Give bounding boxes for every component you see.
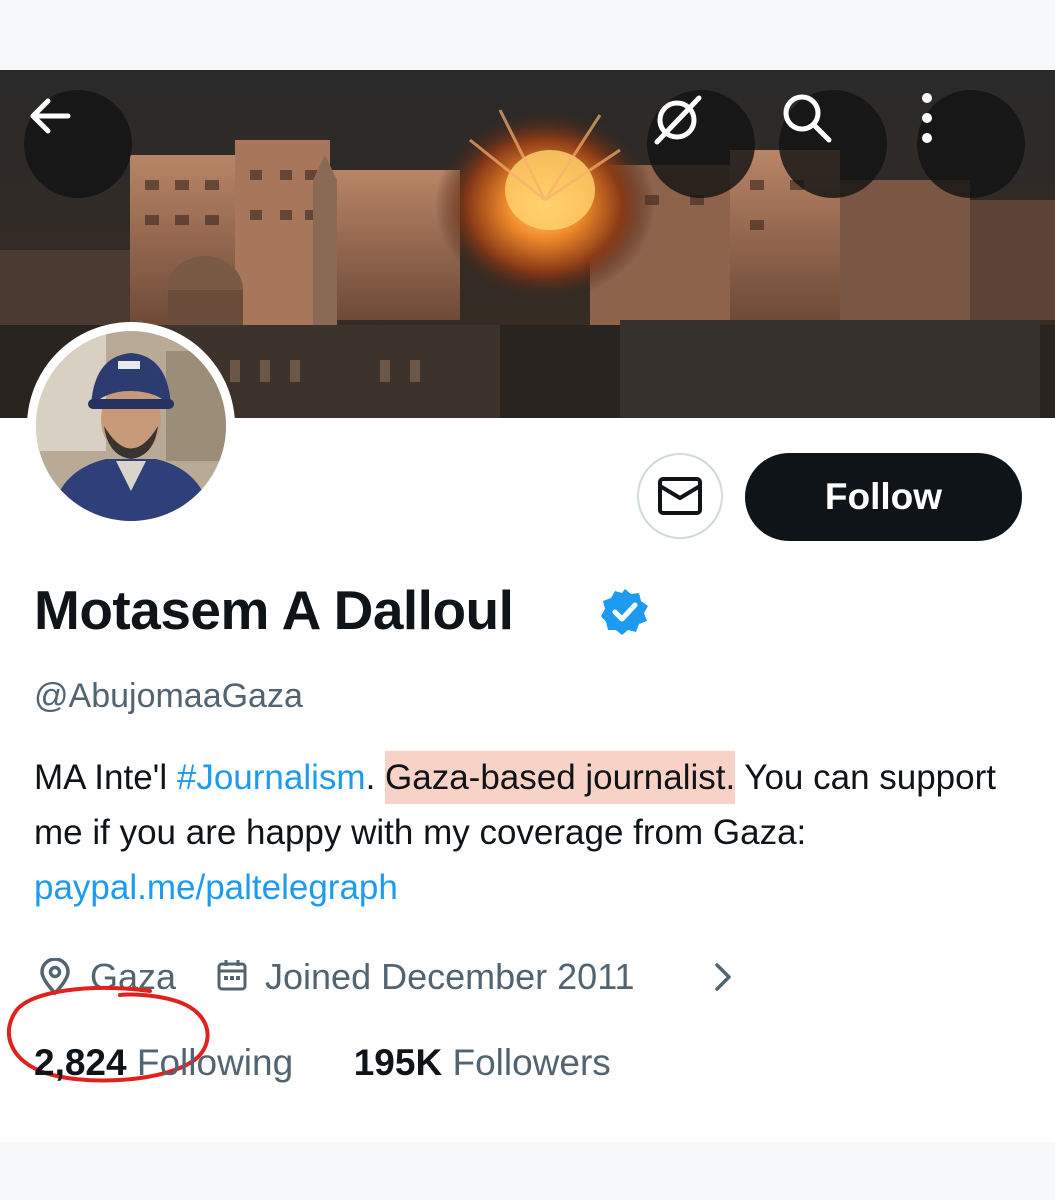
follow-counts: 2,824 Following 195K Followers [34,1042,611,1084]
back-button[interactable] [24,90,132,198]
arrow-left-icon [30,98,71,134]
following-link[interactable]: 2,824 Following [34,1042,293,1083]
envelope-icon [658,477,702,515]
search-button[interactable] [779,90,887,198]
followers-label: Followers [452,1042,611,1083]
joined-text: Joined December 2011 [265,956,635,997]
following-label: Following [136,1042,294,1083]
calendar-icon [217,960,247,991]
search-icon [783,94,832,143]
more-vertical-icon [922,93,932,143]
followers-link[interactable]: 195K Followers [354,1042,611,1083]
bio-text: . [365,758,386,797]
verified-badge-icon[interactable] [600,587,650,637]
chevron-right-icon[interactable] [712,962,734,992]
grok-button[interactable] [647,90,755,198]
handle: @AbujomaaGaza [34,677,303,715]
avatar[interactable] [27,322,235,530]
bio: MA Inte'l #Journalism. Gaza-based journa… [34,750,1024,915]
message-button[interactable] [637,453,723,539]
bio-text: MA Inte'l [34,758,177,797]
display-name: Motasem A Dalloul [34,579,514,641]
paypal-link[interactable]: paypal.me/paltelegraph [34,868,398,907]
avatar-image [36,331,226,521]
bio-highlight: Gaza-based journalist. [385,751,736,804]
follow-button[interactable]: Follow [745,453,1022,541]
more-button[interactable] [917,90,1025,198]
following-count: 2,824 [34,1042,127,1083]
hashtag-link[interactable]: #Journalism [177,758,366,797]
followers-count: 195K [353,1042,443,1083]
grok-icon [654,95,702,145]
profile-page: Follow Motasem A Dalloul @AbujomaaGaza M… [0,70,1055,1142]
